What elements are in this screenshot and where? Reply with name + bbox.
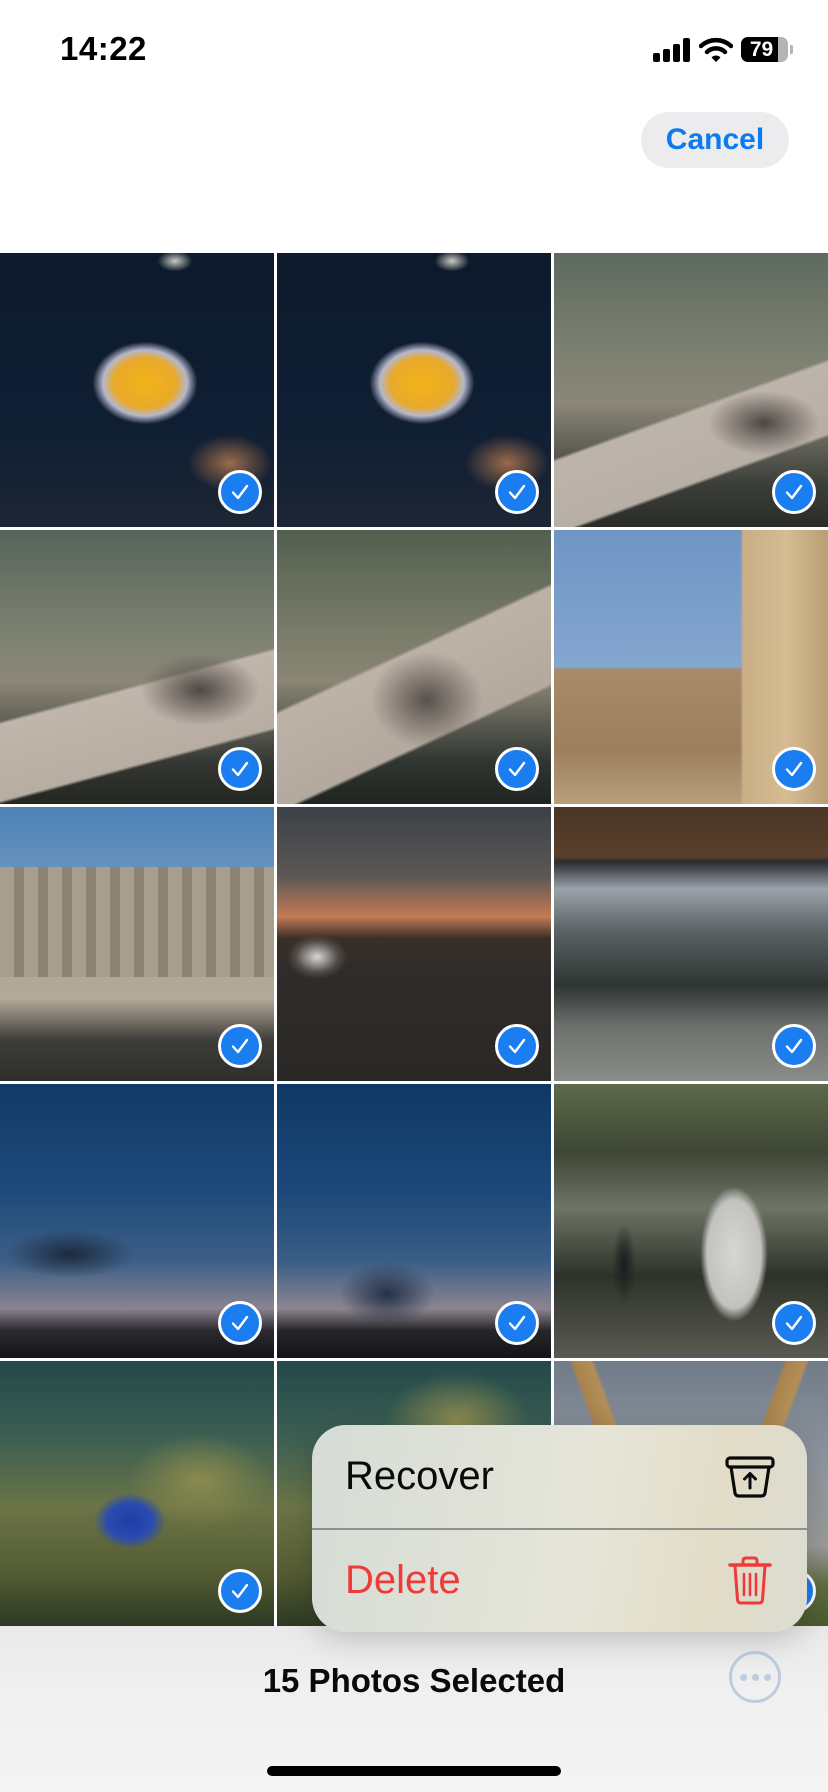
selected-checkmark-icon: [772, 1301, 816, 1345]
photo-thumbnail[interactable]: [0, 1084, 274, 1358]
selected-checkmark-icon: [218, 1024, 262, 1068]
selected-checkmark-icon: [218, 1569, 262, 1613]
context-menu: Recover Delete: [312, 1425, 807, 1632]
photo-grid: [0, 253, 828, 1626]
photo-thumbnail[interactable]: [277, 807, 551, 1081]
battery-icon: 79: [741, 37, 788, 62]
battery-nub: [790, 45, 793, 54]
signal-icon: [653, 38, 691, 62]
selected-checkmark-icon: [495, 470, 539, 514]
dot: [751, 1673, 759, 1681]
selected-count-label: 15 Photos Selected: [262, 1662, 566, 1699]
photo-thumbnail[interactable]: [277, 1084, 551, 1358]
selected-checkmark-icon: [495, 1024, 539, 1068]
photo-thumbnail[interactable]: [0, 530, 274, 804]
dot: [739, 1673, 747, 1681]
selected-checkmark-icon: [772, 470, 816, 514]
delete-menu-item[interactable]: Delete: [312, 1529, 807, 1632]
selected-checkmark-icon: [218, 470, 262, 514]
wifi-icon: [698, 36, 734, 64]
photo-thumbnail[interactable]: [554, 807, 828, 1081]
selected-checkmark-icon: [218, 1301, 262, 1345]
selected-checkmark-icon: [772, 1024, 816, 1068]
status-time: 14:22: [60, 30, 147, 67]
recover-label: Recover: [345, 1454, 494, 1498]
selected-checkmark-icon: [495, 1301, 539, 1345]
photo-thumbnail[interactable]: [277, 253, 551, 527]
trash-icon: [725, 1556, 775, 1606]
selected-checkmark-icon: [218, 747, 262, 791]
photo-thumbnail[interactable]: [0, 807, 274, 1081]
photo-thumbnail[interactable]: [0, 1361, 274, 1626]
photo-thumbnail[interactable]: [554, 1084, 828, 1358]
battery-percent: 79: [749, 37, 774, 61]
ellipsis-circle-icon[interactable]: [729, 1651, 781, 1703]
photo-thumbnail[interactable]: [277, 530, 551, 804]
recover-menu-item[interactable]: Recover: [312, 1425, 807, 1528]
recover-tray-icon: [725, 1452, 775, 1502]
selected-checkmark-icon: [772, 747, 816, 791]
bottom-toolbar: 15 Photos Selected: [0, 1626, 828, 1792]
delete-label: Delete: [345, 1558, 461, 1602]
dot: [763, 1673, 771, 1681]
photo-thumbnail[interactable]: [554, 530, 828, 804]
selected-checkmark-icon: [495, 747, 539, 791]
cancel-button[interactable]: Cancel: [641, 112, 789, 168]
home-indicator[interactable]: [267, 1766, 561, 1776]
photo-thumbnail[interactable]: [554, 253, 828, 527]
photo-thumbnail[interactable]: [0, 253, 274, 527]
